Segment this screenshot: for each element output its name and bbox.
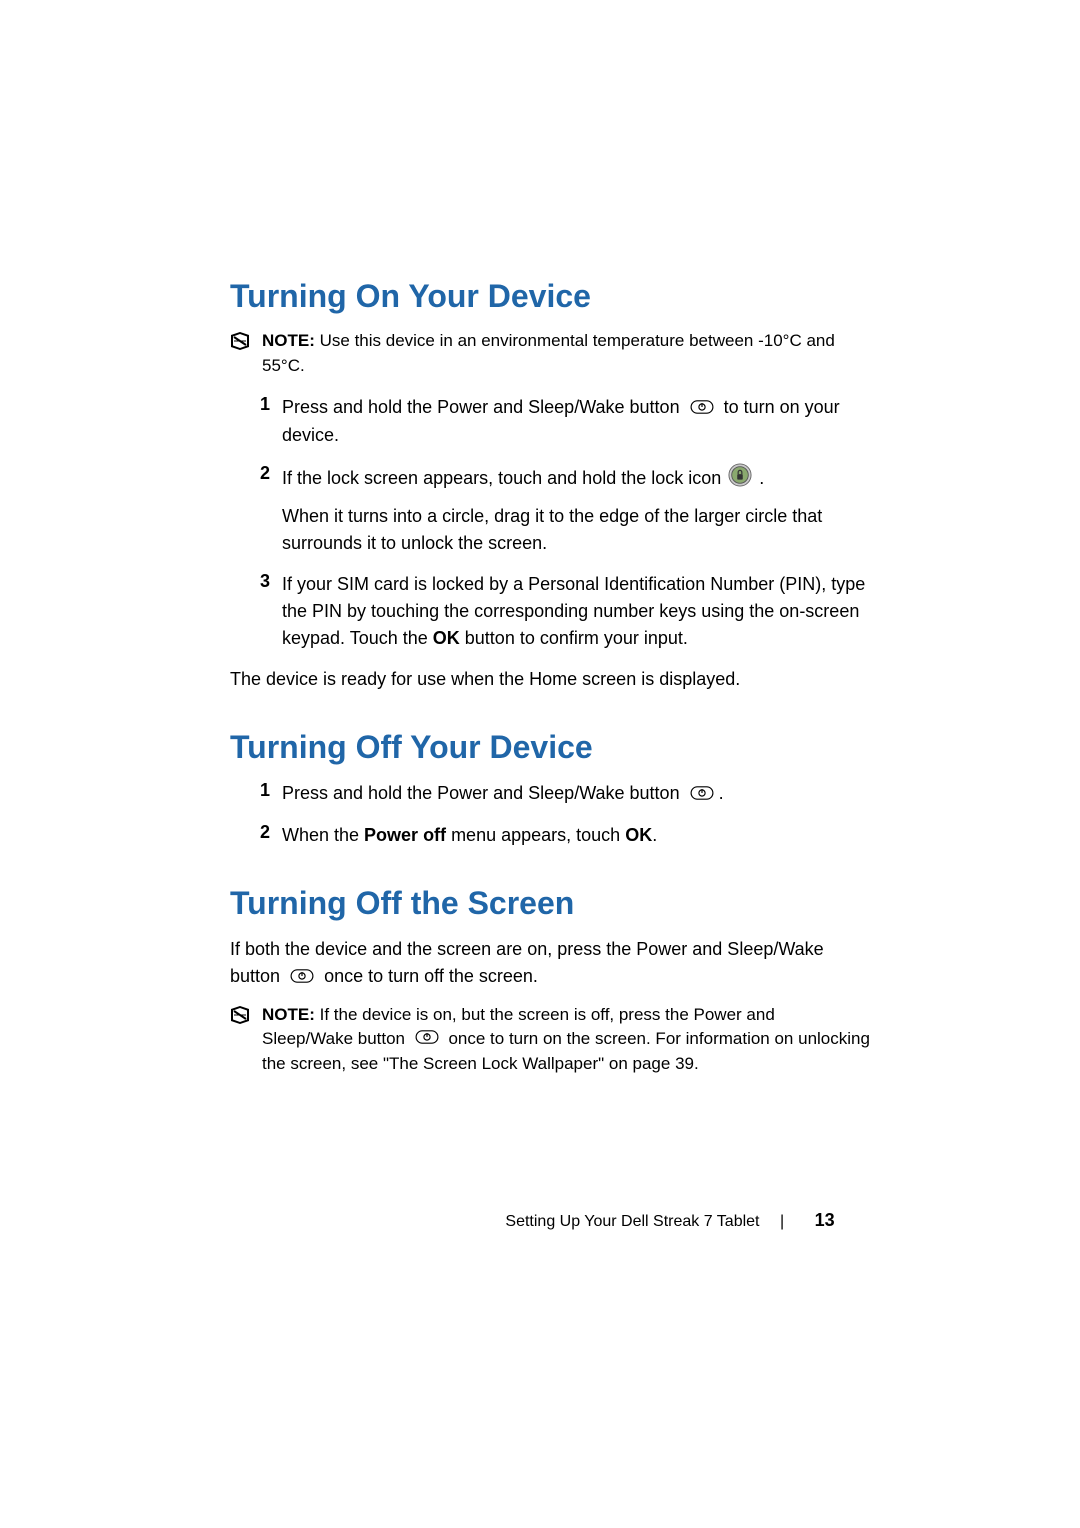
note-body: Use this device in an environmental temp… [262,331,835,375]
ok-label: OK [625,825,652,845]
list-body: Press and hold the Power and Sleep/Wake … [282,780,870,808]
text-part: button to confirm your input. [460,628,688,648]
list-number: 3 [246,571,270,592]
power-button-icon [287,964,317,991]
list-number: 1 [246,394,270,415]
list-number: 1 [246,780,270,801]
screen-off-para: If both the device and the screen are on… [230,936,870,991]
power-button-icon [687,781,717,808]
footer-inner: Setting Up Your Dell Streak 7 Tablet | 1… [505,1210,834,1231]
closing-para: The device is ready for use when the Hom… [230,666,870,693]
list-number: 2 [246,822,270,843]
text-part: Press and hold the Power and Sleep/Wake … [282,783,685,803]
text-part: menu appears, touch [446,825,625,845]
ordered-list-turning-off-device: 1 Press and hold the Power and Sleep/Wak… [246,780,870,849]
text-part: When the [282,825,364,845]
text-part: Press and hold the Power and Sleep/Wake … [282,397,685,417]
ordered-list-turning-on: 1 Press and hold the Power and Sleep/Wak… [246,394,870,652]
note-screen: NOTE: If the device is on, but the scree… [230,1003,870,1077]
note-label: NOTE: [262,1005,315,1024]
list-item: 1 Press and hold the Power and Sleep/Wak… [246,780,870,808]
list-item: 1 Press and hold the Power and Sleep/Wak… [246,394,870,449]
list-body: Press and hold the Power and Sleep/Wake … [282,394,870,449]
note-icon [230,331,250,351]
page-footer: Setting Up Your Dell Streak 7 Tablet | 1… [0,1210,1080,1231]
note-temperature: NOTE: Use this device in an environmenta… [230,329,870,378]
list-item: 3 If your SIM card is locked by a Person… [246,571,870,652]
text-part: once to turn off the screen. [324,966,538,986]
lock-icon [728,463,752,495]
list-item: 2 If the lock screen appears, touch and … [246,463,870,557]
list-number: 2 [246,463,270,484]
note-text: NOTE: Use this device in an environmenta… [262,329,870,378]
list-item: 2 When the Power off menu appears, touch… [246,822,870,849]
text-part: If the lock screen appears, touch and ho… [282,468,726,488]
list-body: When the Power off menu appears, touch O… [282,822,870,849]
list-body: If the lock screen appears, touch and ho… [282,463,870,557]
page-content: Turning On Your Device NOTE: Use this de… [230,278,870,1093]
footer-separator: | [780,1213,784,1230]
note-label: NOTE: [262,331,315,350]
power-button-icon [412,1027,442,1052]
heading-turning-off-screen: Turning Off the Screen [230,885,870,922]
heading-turning-off-device: Turning Off Your Device [230,729,870,766]
note-text: NOTE: If the device is on, but the scree… [262,1003,870,1077]
text-part: . [652,825,657,845]
footer-text: Setting Up Your Dell Streak 7 Tablet [505,1213,759,1230]
list-sub-text: When it turns into a circle, drag it to … [282,503,870,557]
list-body: If your SIM card is locked by a Personal… [282,571,870,652]
power-off-label: Power off [364,825,446,845]
text-part: . [719,783,724,803]
note-icon [230,1005,250,1025]
text-part: . [759,468,764,488]
page-number: 13 [815,1210,835,1230]
heading-turning-on: Turning On Your Device [230,278,870,315]
power-button-icon [687,395,717,422]
ok-label: OK [433,628,460,648]
